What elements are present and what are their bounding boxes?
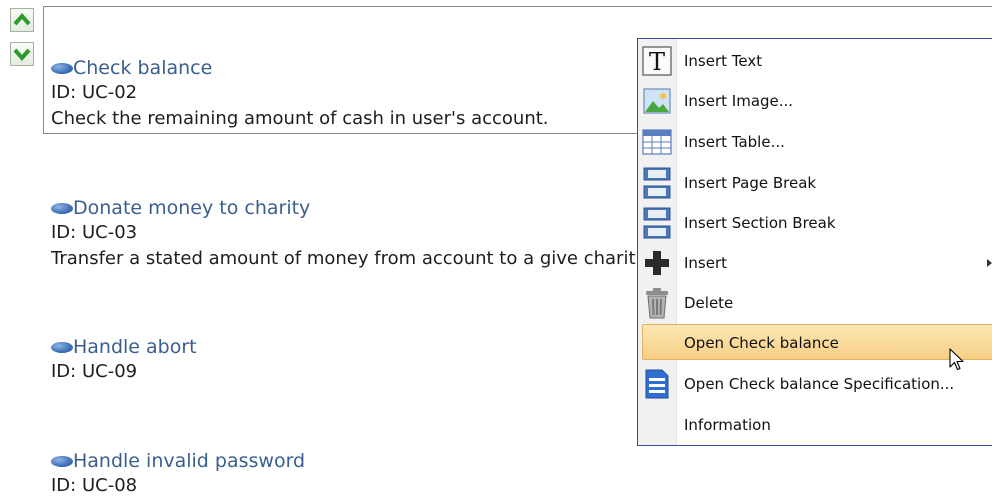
- use-case-id: ID: UC-02: [51, 82, 138, 103]
- menu-item-information[interactable]: Information: [640, 406, 992, 444]
- mouse-cursor-icon: [949, 348, 964, 371]
- use-case-title[interactable]: Donate money to charity: [51, 196, 636, 220]
- section-break-icon: [640, 207, 674, 239]
- menu-item-open-check-balance[interactable]: Open Check balance: [640, 324, 992, 362]
- use-case-name: Handle abort: [73, 336, 197, 358]
- menu-item-insert-table[interactable]: Insert Table...: [640, 123, 992, 161]
- use-case-item[interactable]: Handle invalid password ID: UC-08: [51, 449, 305, 499]
- menu-item-insert-page-break[interactable]: Insert Page Break: [640, 164, 992, 202]
- use-case-icon: [51, 341, 73, 353]
- menu-item-insert-text[interactable]: T Insert Text: [640, 42, 992, 80]
- use-case-name: Handle invalid password: [73, 450, 306, 472]
- menu-item-insert-section-break[interactable]: Insert Section Break: [640, 204, 992, 242]
- use-case-id: ID: UC-03: [51, 222, 138, 243]
- use-case-name: Check balance: [73, 57, 213, 79]
- use-case-item[interactable]: Check balance ID: UC-02 Check the remain…: [51, 56, 549, 132]
- use-case-id: ID: UC-09: [51, 361, 138, 382]
- menu-item-insert-image[interactable]: Insert Image...: [640, 82, 992, 120]
- move-down-button[interactable]: [10, 42, 34, 66]
- submenu-arrow-icon: [987, 259, 992, 267]
- image-icon: [640, 85, 674, 117]
- plus-icon: [640, 247, 674, 279]
- page-break-icon: [640, 167, 674, 199]
- table-icon: [640, 126, 674, 158]
- svg-text:T: T: [649, 48, 665, 76]
- context-menu: T Insert Text Insert Image... Insert Tab…: [637, 38, 992, 446]
- use-case-name: Donate money to charity: [73, 197, 311, 219]
- chevron-down-icon: [13, 48, 31, 62]
- move-up-button[interactable]: [10, 8, 34, 32]
- use-case-title[interactable]: Handle invalid password: [51, 449, 305, 473]
- use-case-icon: [51, 455, 73, 467]
- use-case-title[interactable]: Handle abort: [51, 335, 197, 359]
- menu-item-insert[interactable]: Insert: [640, 244, 992, 282]
- use-case-id: ID: UC-08: [51, 475, 138, 496]
- use-case-item[interactable]: Donate money to charity ID: UC-03 Transf…: [51, 196, 636, 272]
- chevron-up-icon: [13, 12, 31, 26]
- menu-item-delete[interactable]: Delete: [640, 284, 992, 322]
- text-icon: T: [640, 45, 674, 77]
- specification-icon: [640, 368, 674, 400]
- use-case-item[interactable]: Handle abort ID: UC-09: [51, 335, 197, 385]
- trash-icon: [640, 287, 674, 319]
- use-case-description: Check the remaining amount of cash in us…: [51, 108, 549, 129]
- use-case-description: Transfer a stated amount of money from a…: [51, 248, 636, 269]
- menu-item-open-specification[interactable]: Open Check balance Specification...: [640, 365, 992, 403]
- use-case-icon: [51, 62, 73, 74]
- use-case-title[interactable]: Check balance: [51, 56, 549, 80]
- use-case-icon: [51, 202, 73, 214]
